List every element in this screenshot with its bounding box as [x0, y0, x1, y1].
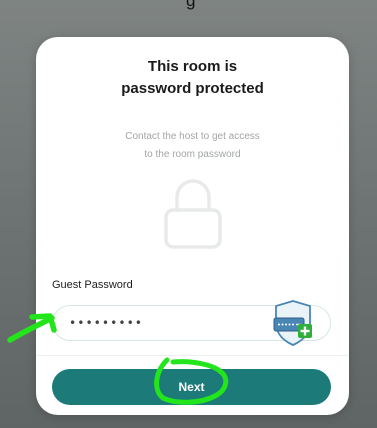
- next-button[interactable]: Next: [52, 369, 331, 405]
- guest-password-input[interactable]: [69, 314, 249, 332]
- lock-icon: [164, 179, 222, 249]
- password-dialog: This room is password protected Contact …: [36, 37, 349, 415]
- password-manager-shield-icon[interactable]: [271, 299, 315, 347]
- dialog-title-line1: This room is: [147, 58, 238, 75]
- dialog-subtitle-line2: to the room password: [144, 149, 241, 160]
- footer-divider: [36, 355, 349, 356]
- dialog-title-line2: password protected: [121, 80, 264, 97]
- dialog-subtitle-line1: Contact the host to get access: [125, 131, 260, 142]
- dialog-subtitle: Contact the host to get access to the ro…: [36, 128, 349, 164]
- guest-password-label: Guest Password: [52, 279, 133, 291]
- background-text-fragment: g: [186, 0, 196, 10]
- dialog-title: This room is password protected: [36, 56, 349, 100]
